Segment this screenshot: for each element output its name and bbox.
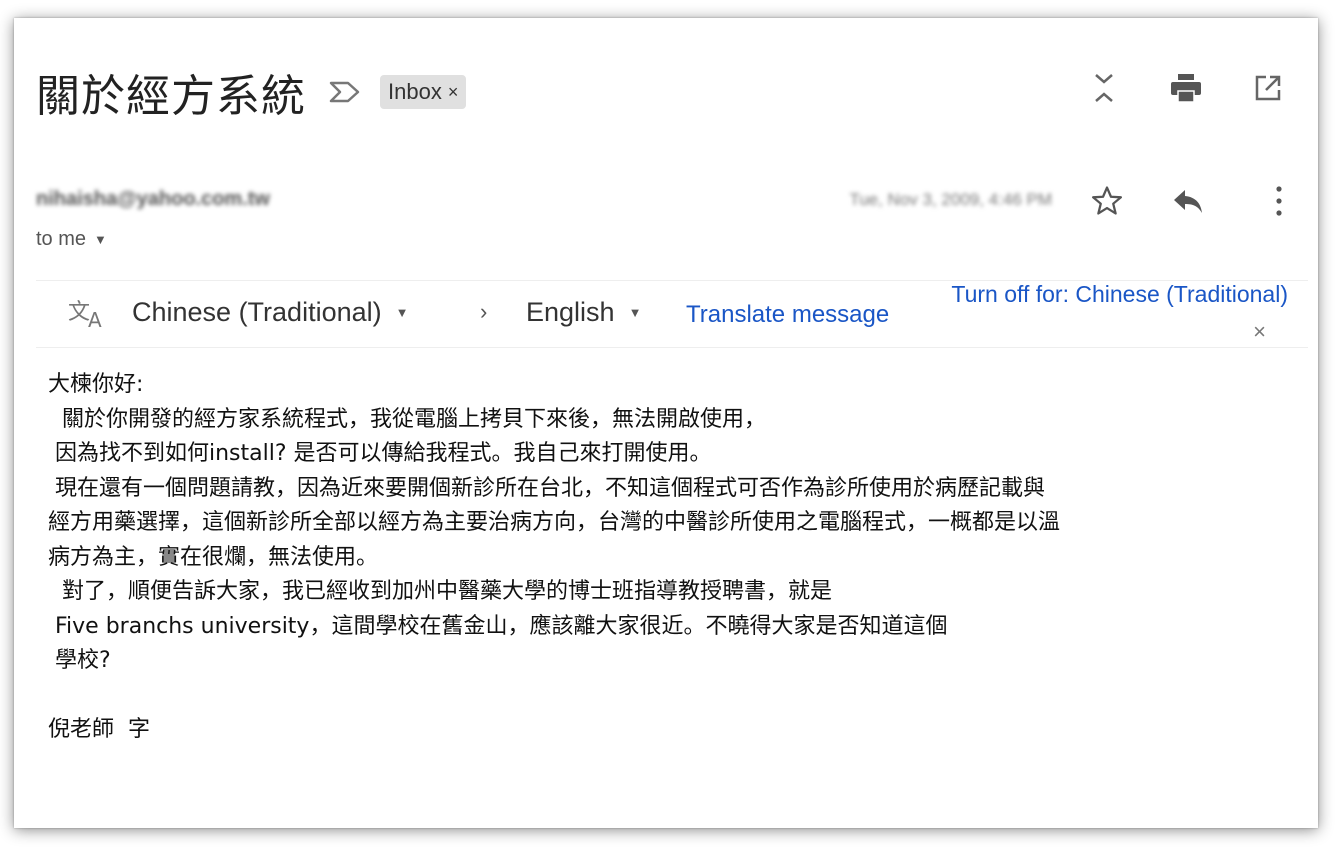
email-body: 大楝你好: 關於你開發的經方家系統程式，我從電腦上拷貝下來後，無法開啟使用， 因… <box>48 368 1318 748</box>
print-icon[interactable] <box>1170 72 1202 104</box>
sender-row: nihaisha@yahoo.com.tw Tue, Nov 3, 2009, … <box>36 186 1284 224</box>
recipient-label: to me <box>36 228 87 250</box>
caret-down-icon: ▼ <box>628 305 642 320</box>
open-in-new-window-icon[interactable] <box>1252 72 1284 104</box>
reply-icon[interactable] <box>1172 186 1204 221</box>
body-line: 關於你開發的經方家系統程式，我從電腦上拷貝下來後，無法開啟使用， <box>48 406 766 432</box>
remove-label-button[interactable]: × <box>448 82 459 103</box>
thread-actions <box>1088 72 1284 104</box>
body-line: 對了，順便告訴大家，我已經收到加州中醫藥大學的博士班指導教授聘書，就是 <box>48 579 832 604</box>
more-vert-icon[interactable] <box>1274 184 1284 223</box>
body-line: 大楝你好: <box>48 372 144 397</box>
source-language-label: Chinese (Traditional) <box>132 297 382 327</box>
email-window: 關於經方系統 Inbox × nihaisha@yahoo.com.tw Tue… <box>14 18 1318 828</box>
caret-down-icon: ▼ <box>94 232 107 247</box>
signature: 倪老師 字 <box>48 717 150 742</box>
body-line: ​ <box>48 679 1318 714</box>
body-line: 經方用藥選擇，這個新診所全部以經方為主要治病方向，台灣的中醫診所使用之電腦程式，… <box>48 510 1061 535</box>
importance-marker-icon[interactable] <box>328 77 362 107</box>
target-language-label: English <box>526 297 615 327</box>
inbox-label-chip: Inbox × <box>380 75 467 109</box>
target-language-select[interactable]: English ▼ <box>526 297 641 328</box>
body-line: 因為找不到如何install? 是否可以傳給我程式。我自己來打開使用。 <box>48 441 712 466</box>
body-line: 現在還有一個問題請教，因為近來要開個新診所在台北，不知這個程式可否作為診所使用於… <box>48 475 1045 501</box>
caret-down-icon: ▼ <box>395 305 409 320</box>
email-subject: 關於經方系統 <box>36 71 306 122</box>
subject-row: 關於經方系統 Inbox × <box>36 52 467 132</box>
body-line: 學校? <box>48 648 111 673</box>
svg-text:文: 文 <box>68 300 90 325</box>
sender-email[interactable]: nihaisha@yahoo.com.tw <box>36 188 270 211</box>
close-translate-bar-button[interactable]: × <box>1253 319 1266 345</box>
body-line: Five branchs university，這間學校在舊金山，應該離大家很近… <box>48 613 948 639</box>
chevron-right-icon: › <box>480 299 488 324</box>
svg-text:A: A <box>88 308 102 329</box>
expand-collapse-icon[interactable] <box>1088 72 1120 104</box>
turn-off-translation-link[interactable]: Turn off for: Chinese (Traditional) <box>951 281 1288 308</box>
translate-bar: 文A Chinese (Traditional) ▼ › English ▼ T… <box>36 280 1308 348</box>
source-language-select[interactable]: Chinese (Traditional) ▼ <box>132 297 408 328</box>
recipient-dropdown[interactable]: to me ▼ <box>36 228 107 251</box>
star-icon[interactable] <box>1090 184 1124 223</box>
body-line: 病方為主，實在很爛，無法使用。 <box>48 544 379 570</box>
translate-message-link[interactable]: Translate message <box>686 301 889 329</box>
label-text: Inbox <box>388 79 442 104</box>
translate-icon: 文A <box>68 299 108 334</box>
email-date: Tue, Nov 3, 2009, 4:46 PM <box>849 190 1052 209</box>
